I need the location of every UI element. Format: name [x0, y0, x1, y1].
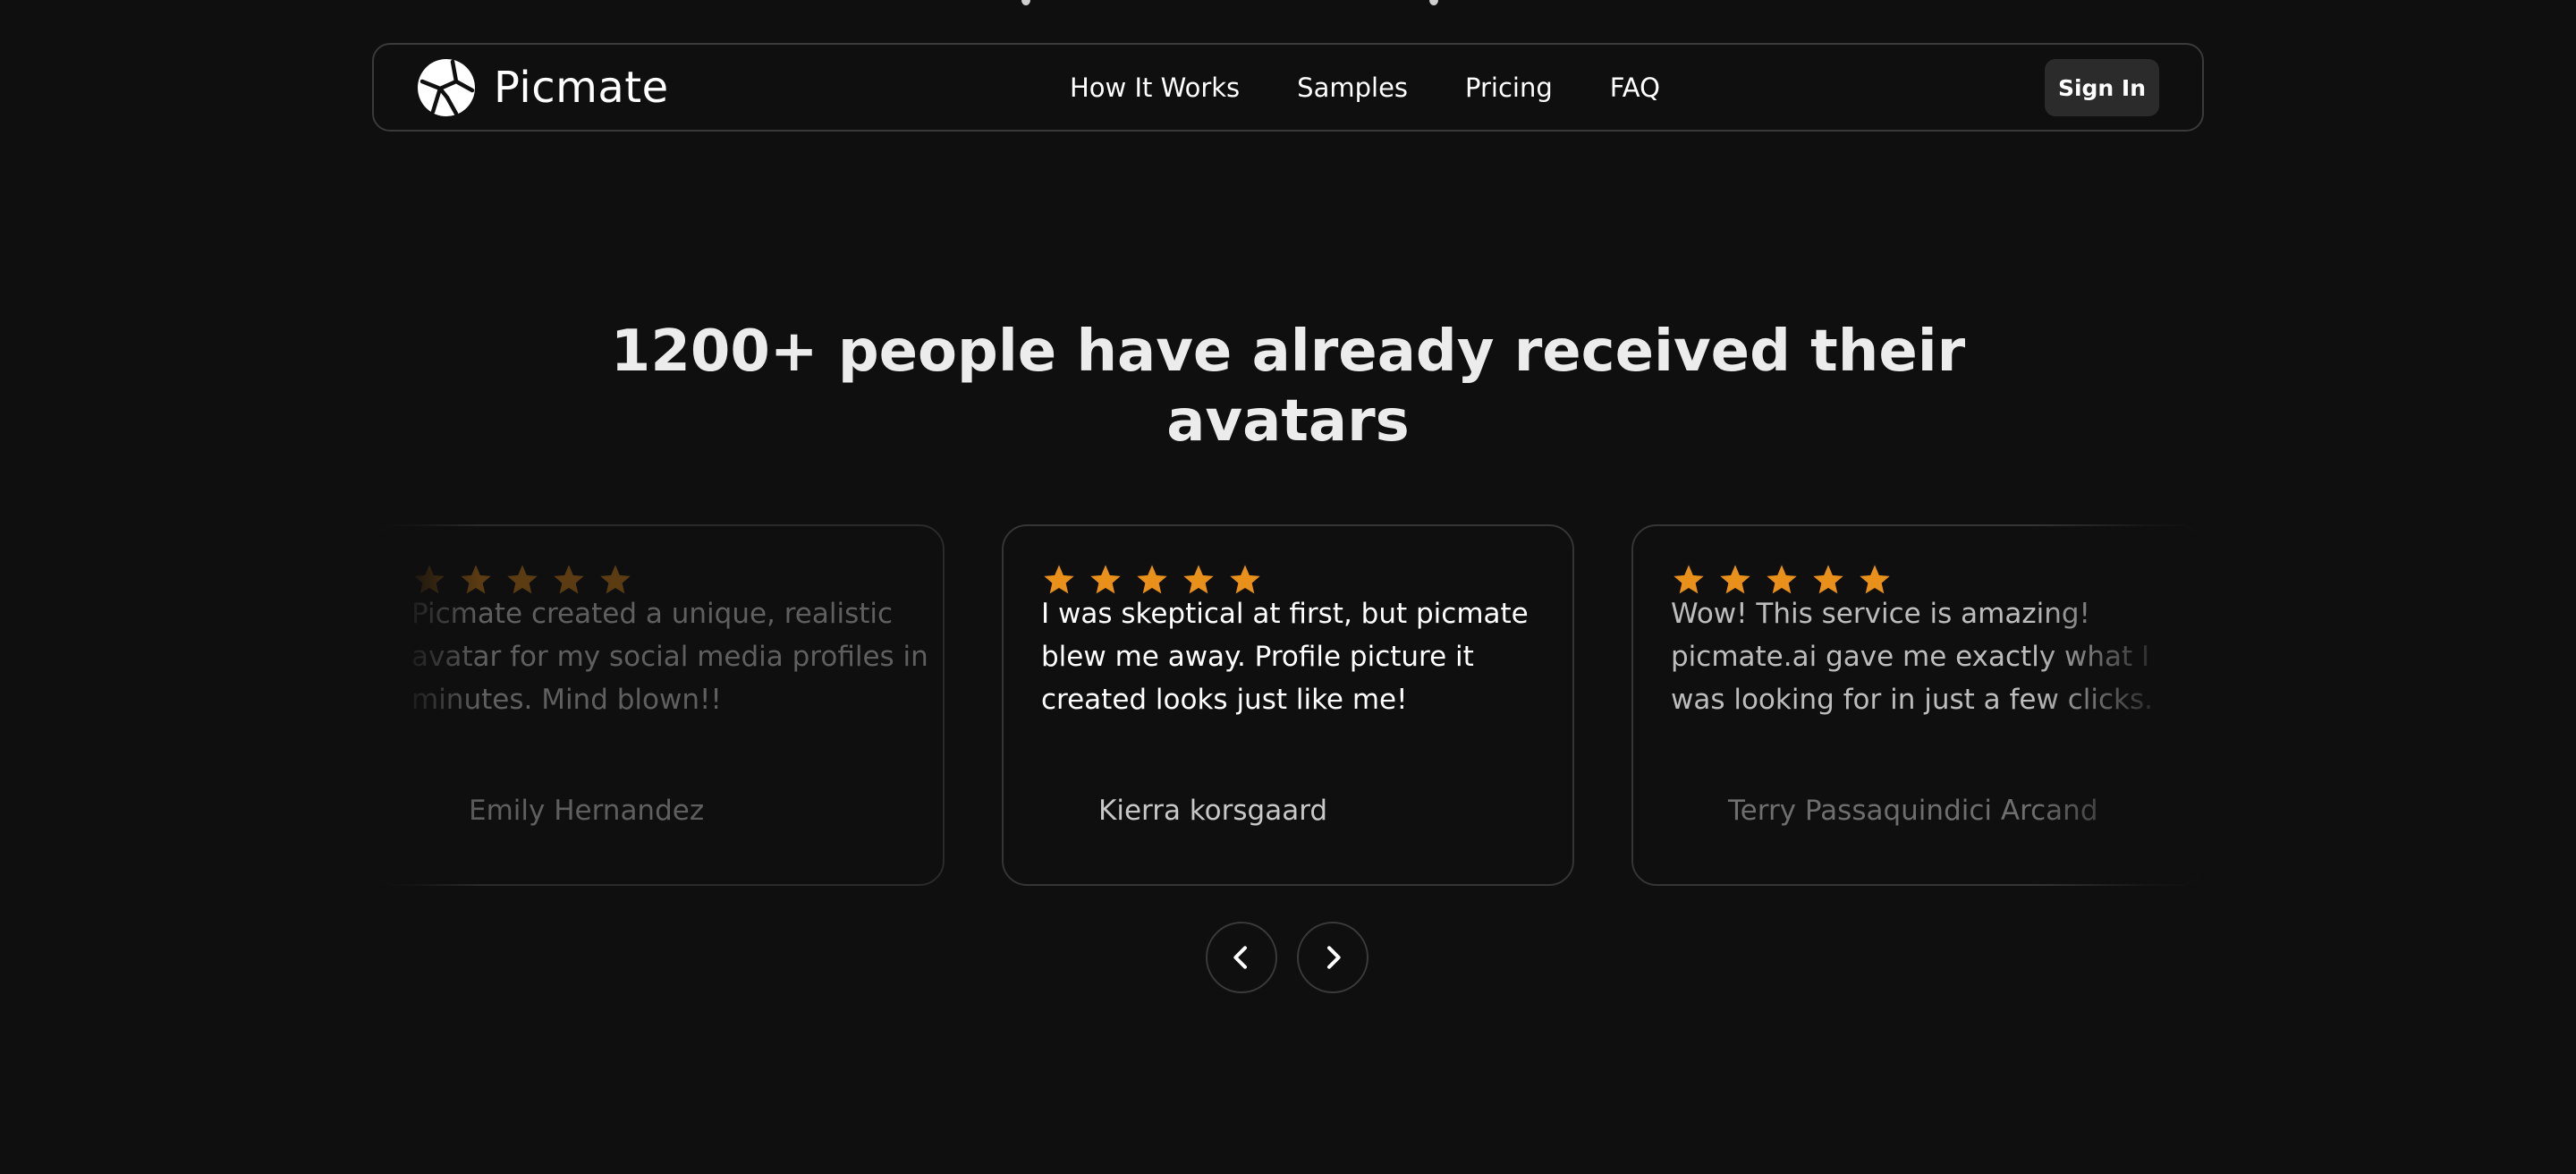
nav-link-how-it-works[interactable]: How It Works — [1070, 72, 1240, 103]
nav-link-samples[interactable]: Samples — [1297, 72, 1408, 103]
text-fragment-mark — [1021, 0, 1030, 5]
picmate-logo-icon — [418, 59, 475, 116]
testimonial-author: Emily Hernandez — [469, 795, 705, 827]
nav-link-pricing[interactable]: Pricing — [1465, 72, 1553, 103]
section-headline: 1200+ people have already received their… — [610, 319, 1966, 455]
testimonial-author: Terry Passaquindici Arcand — [1728, 795, 2098, 827]
testimonial-quote: Picmate created a unique, realistic avat… — [411, 598, 928, 716]
testimonial-quote: Wow! This service is amazing! picmate.ai… — [1671, 598, 2153, 716]
nav-links: How It Works Samples Pricing FAQ — [1070, 45, 1660, 130]
text-fragment-mark — [1429, 0, 1438, 5]
carousel-next-button[interactable] — [1297, 922, 1368, 993]
brand-name: Picmate — [494, 63, 669, 113]
testimonial-carousel: Picmate created a unique, realistic avat… — [372, 524, 2204, 888]
carousel-prev-button[interactable] — [1206, 922, 1277, 993]
page-top-fragment — [0, 0, 2576, 5]
chevron-left-icon — [1233, 946, 1247, 969]
sign-in-button[interactable]: Sign In — [2045, 59, 2159, 116]
brand[interactable]: Picmate — [417, 59, 669, 116]
testimonial-card: Wow! This service is amazing! picmate.ai… — [1631, 524, 2204, 886]
testimonial-author: Kierra korsgaard — [1098, 795, 1328, 827]
nav-link-faq[interactable]: FAQ — [1610, 72, 1660, 103]
navbar: Picmate How It Works Samples Pricing FAQ… — [372, 43, 2204, 132]
testimonial-card: I was skeptical at first, but picmate bl… — [1002, 524, 1574, 886]
chevron-right-icon — [1327, 946, 1341, 969]
testimonial-quote: I was skeptical at first, but picmate bl… — [1041, 598, 1529, 716]
testimonial-card: Picmate created a unique, realistic avat… — [372, 524, 945, 886]
